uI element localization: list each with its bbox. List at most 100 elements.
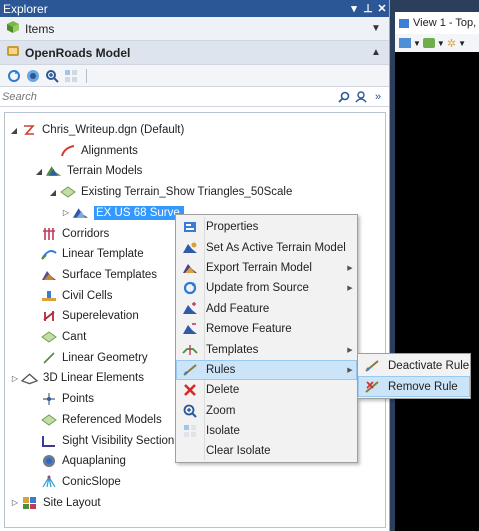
points-icon [40,391,57,407]
zoom-to-icon[interactable] [44,68,60,84]
linear-geometry-icon [40,350,57,366]
tree-item-label: Corridors [62,227,110,240]
tree-item[interactable]: ConicSlope [40,472,121,492]
remove-feature-icon [176,319,204,339]
chevron-up-icon[interactable]: ▲ [369,47,383,58]
dgn-file-icon [20,122,37,138]
tree-item[interactable]: Civil Cells [40,286,112,306]
search-input[interactable] [2,90,334,103]
menu-item[interactable]: Update from Source ▶ [176,278,357,298]
submenu-item[interactable]: Deactivate Rule [358,356,470,376]
menu-item[interactable]: Delete [176,380,357,400]
site-layout-icon [21,495,38,511]
tree-item[interactable]: Linear Geometry [40,348,148,368]
add-feature-icon [176,299,204,319]
tree-item-label: Linear Template [62,248,144,261]
view-tab[interactable]: View 1 - Top, [395,12,479,34]
dropdown-arrow-icon[interactable]: ▼ [458,39,466,48]
view-icon [399,18,409,28]
rules-icon [176,360,204,380]
tree-item-label: Cant [62,331,87,343]
display-style-icon[interactable] [422,38,435,48]
submenu-arrow-icon: ▶ [347,264,353,272]
tree-item-label: Surface Templates [62,268,158,281]
submenu-arrow-icon: ▶ [347,285,353,293]
tree-item[interactable]: ◢ Existing Terrain_Show Triangles_50Scale [47,182,292,202]
tree-item[interactable]: ▷ Site Layout [9,493,101,513]
menu-item[interactable]: Add Feature [176,299,357,319]
cant-icon [40,329,57,345]
menu-item-label: Rules [206,363,236,376]
search-icon[interactable] [337,90,351,104]
view-attributes-icon[interactable] [399,38,411,48]
linear-3d-icon [21,370,38,386]
menu-item-spacer [176,441,204,461]
menu-item[interactable]: Set As Active Terrain Model [176,237,357,257]
tree-item[interactable]: ▷ EX US 68 Surve [60,203,184,223]
dropdown-arrow-icon[interactable]: ▼ [413,39,421,48]
tree-item[interactable]: Superelevation [40,306,139,326]
advanced-search-icon[interactable] [354,90,368,104]
menu-item[interactable]: Isolate [176,421,357,441]
items-section-header[interactable]: Items ▼ [0,17,389,41]
tree-item[interactable]: Aquaplaning [40,451,126,471]
isolate-toolbar-icon[interactable] [63,68,79,84]
collapsed-arrow-icon[interactable]: ▷ [9,498,21,507]
zoom-icon [176,401,204,421]
menu-item-label: Zoom [206,404,236,417]
tree-item-label: Aquaplaning [62,455,126,468]
expanded-arrow-icon[interactable]: ◢ [47,188,59,197]
tree-item[interactable]: Alignments [59,141,138,161]
tree-item[interactable]: Sight Visibility Section [40,431,174,451]
tree-item-label: Linear Geometry [62,351,148,364]
menu-item[interactable]: Remove Feature [176,319,357,339]
openroads-model-section-header[interactable]: OpenRoads Model ▲ [0,41,389,65]
tree-item[interactable]: ▷ 3D Linear Elements [9,368,144,388]
expanded-arrow-icon[interactable]: ◢ [33,167,45,176]
menu-item[interactable]: Rules ▶ [176,359,357,381]
items-section-label: Items [25,21,55,36]
pin-icon[interactable]: ⊥ [361,2,375,15]
view-canvas[interactable] [395,52,479,531]
tree-item[interactable]: ◢ Terrain Models [33,161,143,181]
tree-item[interactable]: Cant [40,327,86,347]
model-icon[interactable] [25,68,41,84]
isolate-icon [176,421,204,441]
terrain-models-icon [45,163,62,179]
expand-search-icon[interactable]: » [371,90,385,104]
tree-item[interactable]: Referenced Models [40,410,162,430]
menu-item[interactable]: Clear Isolate [176,441,357,461]
aquaplaning-icon [40,453,57,469]
remove-rule-icon [358,377,386,397]
context-menu: Properties Set As Active Terrain Model Exp… [175,214,358,463]
menu-item-label: Update from Source [206,282,309,295]
menu-item[interactable]: Zoom [176,401,357,421]
tree-item[interactable]: Surface Templates [40,265,157,285]
close-icon[interactable]: ✕ [375,2,389,15]
tree-item-label: Superelevation [62,310,139,323]
dropdown-icon[interactable]: ▾ [347,2,361,15]
civil-cells-icon [40,288,57,304]
tree-item[interactable]: Corridors [40,224,109,244]
tree-item[interactable]: ◢ Chris_Writeup.dgn (Default) [8,120,184,140]
tree-item[interactable]: Points [40,389,94,409]
tree-item-label: Chris_Writeup.dgn (Default) [42,124,185,136]
chevron-down-icon[interactable]: ▼ [369,23,383,34]
lighting-icon[interactable]: ✲ [447,37,456,50]
collapsed-arrow-icon[interactable]: ▷ [9,374,21,383]
expanded-arrow-icon[interactable]: ◢ [8,126,20,135]
menu-item-label: Export Terrain Model [206,261,312,274]
tree-item-label: Terrain Models [67,165,143,178]
tree-item-label: Sight Visibility Section [62,434,175,447]
menu-item[interactable]: Export Terrain Model ▶ [176,258,357,278]
dropdown-arrow-icon[interactable]: ▼ [437,39,445,48]
menu-item[interactable]: Templates ▶ [176,339,357,359]
menu-item-label: Delete [206,384,240,397]
menu-item[interactable]: Properties [176,217,357,237]
collapsed-arrow-icon[interactable]: ▷ [60,208,72,217]
explorer-title-bar[interactable]: Explorer ▾ ⊥ ✕ [0,0,389,17]
deactivate-rule-icon [358,356,386,376]
refresh-icon[interactable] [6,68,22,84]
tree-item[interactable]: Linear Template [40,244,144,264]
submenu-item[interactable]: Remove Rule [358,376,470,397]
